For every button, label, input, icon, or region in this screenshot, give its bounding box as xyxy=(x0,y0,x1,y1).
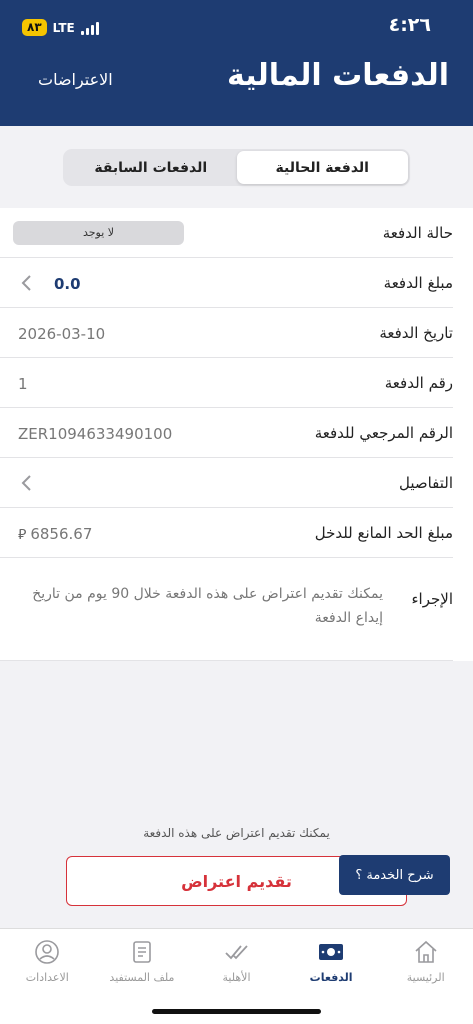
user-circle-icon xyxy=(35,940,60,964)
income-limit-amount: 6856.67 xyxy=(30,525,93,543)
payment-segment-control: الدفعة الحالية الدفعات السابقة xyxy=(63,149,410,186)
row-payment-status: حالة الدفعة لا يوجد xyxy=(0,208,453,258)
chevron-left-icon xyxy=(21,275,31,291)
row-income-limit: مبلغ الحد المانع للدخل ⃁ 6856.67 xyxy=(0,508,453,558)
tab-home[interactable]: الرئيسية xyxy=(378,929,473,1024)
payment-reference-label: الرقم المرجعي للدفعة xyxy=(314,424,453,442)
battery-indicator: ٨٣ xyxy=(22,19,47,36)
segment-current-payment[interactable]: الدفعة الحالية xyxy=(236,151,408,184)
chevron-left-icon xyxy=(21,475,31,491)
payment-number-label: رقم الدفعة xyxy=(384,374,453,392)
objection-hint: يمكنك تقديم اعتراض على هذه الدفعة xyxy=(143,826,330,840)
home-indicator xyxy=(152,1009,321,1014)
tab-profile-label: ملف المستفيد xyxy=(109,971,175,984)
tab-settings-label: الاعدادات xyxy=(25,971,69,984)
payment-date-value: 2026-03-10 xyxy=(18,325,106,343)
income-limit-value: ⃁ 6856.67 xyxy=(18,525,92,543)
row-payment-reference: الرقم المرجعي للدفعة ZER1094633490100 xyxy=(0,408,453,458)
objections-link[interactable]: الاعتراضات xyxy=(38,70,113,89)
status-time: ٤:٢٦ xyxy=(388,14,431,36)
row-action: الإجراء يمكنك تقديم اعتراض على هذه الدفع… xyxy=(0,558,453,661)
details-label: التفاصيل xyxy=(398,474,453,492)
payment-amount-label: مبلغ الدفعة xyxy=(383,274,453,292)
action-description: يمكنك تقديم اعتراض على هذه الدفعة خلال 9… xyxy=(32,586,383,626)
action-label: الإجراء xyxy=(411,590,454,608)
payment-amount-value: 0.0 xyxy=(54,275,81,293)
status-badge: لا يوجد xyxy=(13,221,184,245)
riyal-icon: ⃁ xyxy=(18,527,27,543)
payment-details-list: حالة الدفعة لا يوجد مبلغ الدفعة 0.0 تاري… xyxy=(0,208,473,661)
tab-payments-label: الدفعات xyxy=(309,971,353,984)
payment-reference-value: ZER1094633490100 xyxy=(18,425,173,443)
app-header: ٨٣ LTE ٤:٢٦ الدفعات المالية الاعتراضات xyxy=(0,0,473,126)
tab-home-label: الرئيسية xyxy=(406,971,445,984)
row-payment-amount[interactable]: مبلغ الدفعة 0.0 xyxy=(0,258,453,308)
status-indicators: ٨٣ LTE xyxy=(22,19,99,36)
row-details[interactable]: التفاصيل xyxy=(0,458,453,508)
row-payment-date: تاريخ الدفعة 2026-03-10 xyxy=(0,308,453,358)
payment-number-value: 1 xyxy=(18,375,28,393)
status-bar: ٨٣ LTE ٤:٢٦ xyxy=(0,14,473,42)
document-icon xyxy=(133,941,151,963)
payment-status-label: حالة الدفعة xyxy=(382,224,453,242)
income-limit-label: مبلغ الحد المانع للدخل xyxy=(314,524,453,542)
row-payment-number: رقم الدفعة 1 xyxy=(0,358,453,408)
money-icon xyxy=(319,944,344,960)
home-icon xyxy=(415,940,437,963)
network-label: LTE xyxy=(52,20,75,35)
segment-previous-payments[interactable]: الدفعات السابقة xyxy=(65,151,237,184)
payment-date-label: تاريخ الدفعة xyxy=(379,324,453,342)
tab-eligibility-label: الأهلية xyxy=(222,971,251,984)
signal-icon xyxy=(80,21,99,35)
tab-settings[interactable]: الاعدادات xyxy=(0,929,95,1024)
explain-service-button[interactable]: شرح الخدمة ؟ xyxy=(339,855,450,895)
page-title: الدفعات المالية xyxy=(227,58,449,93)
double-check-icon xyxy=(224,945,248,960)
